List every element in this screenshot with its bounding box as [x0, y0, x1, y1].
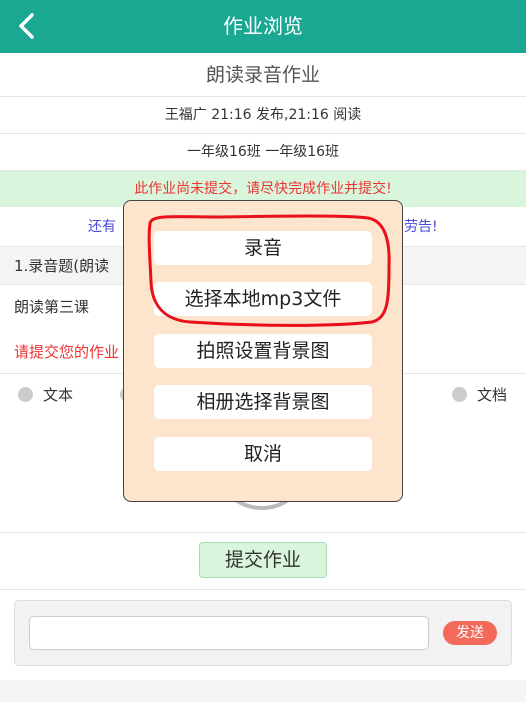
upload-options-dialog: 录音 选择本地mp3文件 拍照设置背景图 相册选择背景图 取消: [123, 200, 403, 502]
page-title: 作业浏览: [223, 14, 303, 38]
bottom-band: [0, 680, 526, 702]
notice-left-text: 还有: [88, 219, 116, 235]
app-header: 作业浏览: [0, 0, 526, 53]
divider: [0, 532, 526, 533]
send-button[interactable]: 发送: [443, 621, 497, 645]
notice-right-text: 劳告!: [404, 219, 438, 235]
choose-mp3-option[interactable]: 选择本地mp3文件: [154, 282, 372, 316]
assignment-classes: 一年级16班 一年级16班: [0, 134, 526, 171]
record-audio-option[interactable]: 录音: [154, 231, 372, 265]
assignment-title: 朗读录音作业: [0, 53, 526, 97]
radio-icon: [452, 387, 467, 402]
take-photo-background-option[interactable]: 拍照设置背景图: [154, 334, 372, 368]
cancel-option[interactable]: 取消: [154, 437, 372, 471]
divider: [0, 589, 526, 590]
radio-icon: [18, 387, 33, 402]
comment-input[interactable]: [29, 616, 429, 650]
answer-type-document[interactable]: 文档: [452, 382, 507, 408]
comment-bar: 发送: [14, 600, 512, 666]
answer-type-text[interactable]: 文本: [18, 382, 73, 408]
assignment-meta: 王福广 21:16 发布,21:16 阅读: [0, 97, 526, 134]
album-background-option[interactable]: 相册选择背景图: [154, 385, 372, 419]
submit-homework-button[interactable]: 提交作业: [199, 542, 327, 578]
